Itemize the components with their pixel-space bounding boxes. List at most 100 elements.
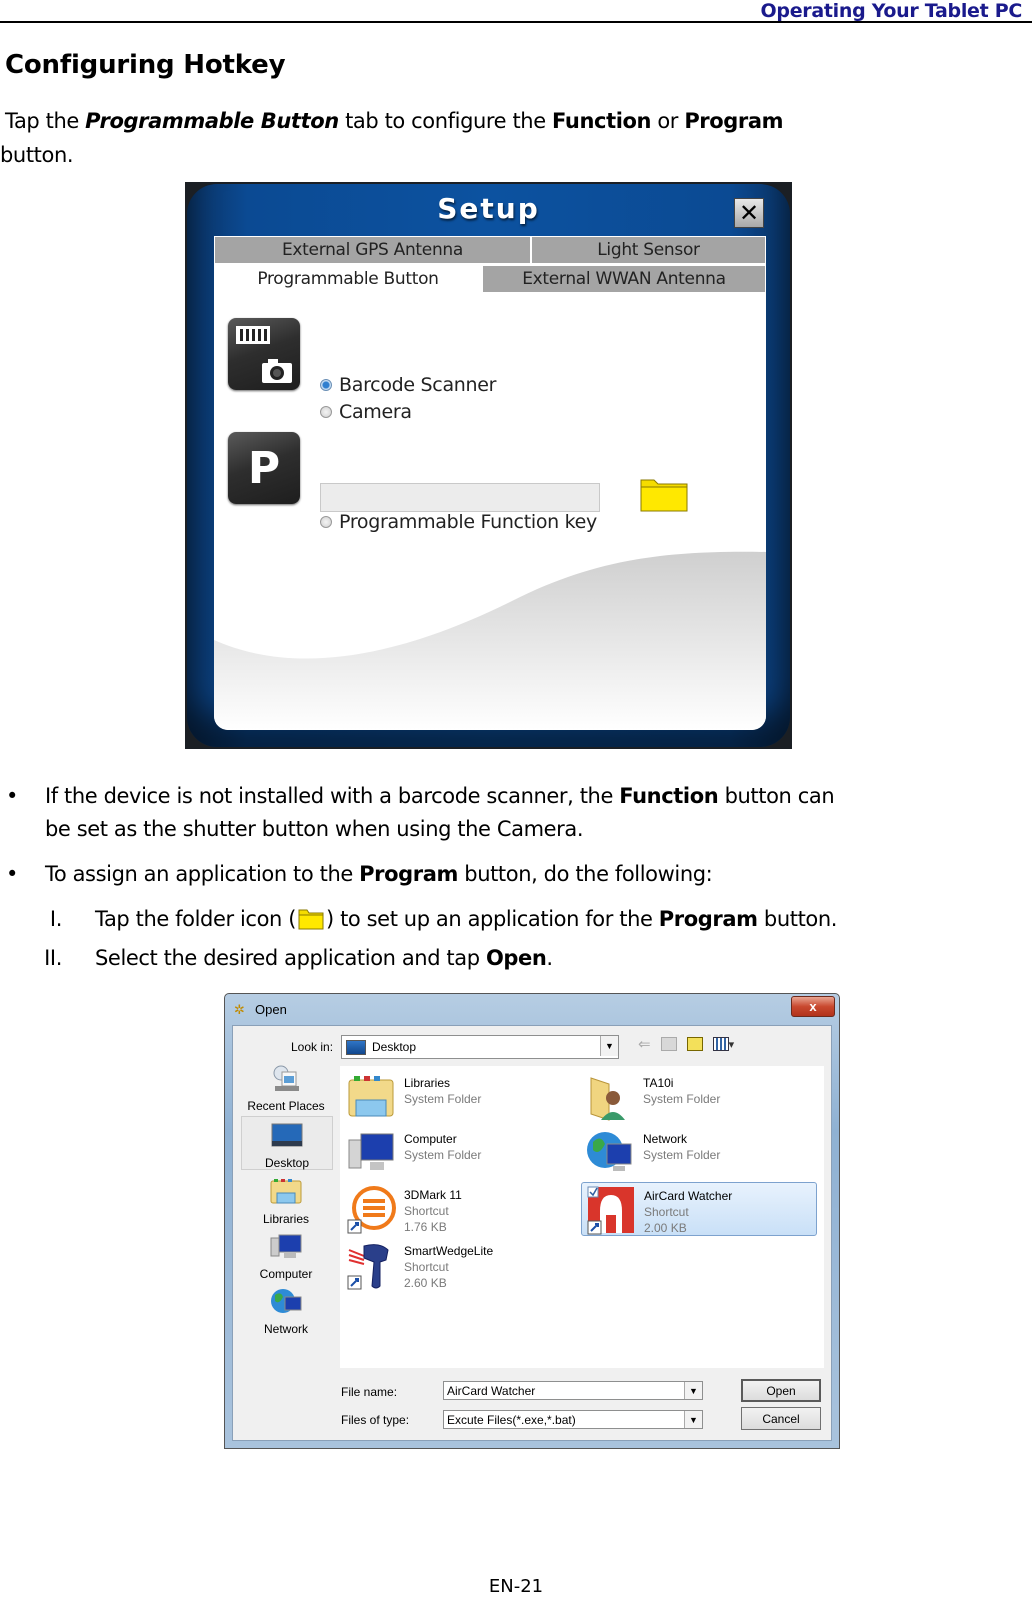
file-item-network[interactable]: Network System Folder: [581, 1126, 817, 1180]
file-item-computer[interactable]: Computer System Folder: [342, 1126, 578, 1180]
intro-paragraph: Tap the Programmable Button tab to confi…: [0, 104, 1005, 172]
chevron-down-icon[interactable]: ▼: [684, 1382, 702, 1399]
tab-light-sensor[interactable]: Light Sensor: [531, 236, 766, 264]
folder-icon: [640, 479, 688, 512]
file-item-libraries[interactable]: Libraries System Folder: [342, 1070, 578, 1124]
file-type-combo[interactable]: Excute Files(*.exe,*.bat) ▼: [443, 1410, 703, 1429]
radio-label: Camera: [339, 401, 412, 423]
tab-external-wwan-antenna[interactable]: External WWAN Antenna: [482, 265, 766, 293]
place-label: Recent Places: [247, 1099, 325, 1113]
place-libraries[interactable]: Libraries: [241, 1177, 331, 1226]
network-icon: [271, 1289, 302, 1313]
chevron-down-icon[interactable]: ▼: [600, 1036, 618, 1056]
file-type-value: Excute Files(*.exe,*.bat): [447, 1412, 576, 1427]
radio-button[interactable]: [320, 516, 332, 528]
bullet-emphasis: Function: [619, 784, 719, 808]
step-emphasis: Open: [485, 946, 547, 970]
up-folder-icon[interactable]: [660, 1037, 677, 1051]
step-text: button.: [757, 907, 838, 931]
radio-button[interactable]: [320, 406, 332, 418]
gear-icon: ✲: [234, 1003, 245, 1018]
setup-dialog-frame: Setup ✕ External GPS Antenna Light Senso…: [187, 184, 790, 747]
file-size: 2.00 KB: [644, 1221, 687, 1235]
place-label: Network: [263, 1322, 308, 1336]
file-type: System Folder: [404, 1148, 482, 1162]
file-item-smartwedgelite[interactable]: SmartWedgeLite Shortcut 2.60 KB: [342, 1238, 578, 1292]
running-header: Operating Your Tablet PC: [760, 0, 1023, 22]
file-item-ta10i[interactable]: TA10i System Folder: [581, 1070, 817, 1124]
place-recent-places[interactable]: Recent Places: [241, 1064, 331, 1113]
back-arrow-icon[interactable]: ⇐: [638, 1035, 651, 1053]
chevron-down-icon[interactable]: ▼: [684, 1411, 702, 1428]
step-text: ) to set up an application for the: [326, 907, 659, 931]
place-label: Desktop: [264, 1156, 310, 1170]
step-item: II. Select the desired application and t…: [42, 942, 553, 975]
bullet-dot: •: [6, 862, 18, 886]
bullet-item: • If the device is not installed with a …: [6, 780, 985, 846]
new-folder-icon[interactable]: [686, 1037, 703, 1051]
setup-dialog-title: Setup: [437, 192, 540, 225]
bullet-dot: •: [6, 784, 18, 808]
close-button[interactable]: ✕: [734, 198, 764, 228]
view-menu-icon[interactable]: ▾: [712, 1037, 734, 1051]
page-number: EN-21: [488, 1576, 544, 1597]
3dmark-icon: [347, 1186, 396, 1234]
open-dialog-titlebar[interactable]: ✲ Open x: [225, 994, 839, 1024]
desktop-icon: [346, 1039, 366, 1055]
browse-folder-button[interactable]: [640, 476, 688, 512]
libraries-icon: [270, 1179, 302, 1204]
look-in-value: Desktop: [372, 1040, 417, 1054]
open-dialog-client: Look in: Desktop ▼ ⇐ ▾ Recent Places Des…: [232, 1025, 832, 1441]
file-name-combo[interactable]: AirCard Watcher ▼: [443, 1381, 703, 1400]
cancel-button[interactable]: Cancel: [741, 1407, 821, 1430]
file-name: Computer: [404, 1132, 457, 1146]
file-list[interactable]: Libraries System Folder TA10i System Fol…: [340, 1066, 824, 1368]
header-rule: [0, 21, 1032, 23]
place-desktop[interactable]: Desktop: [241, 1116, 333, 1170]
file-type: Shortcut: [644, 1205, 689, 1219]
bullet-item: • To assign an application to the Progra…: [6, 858, 985, 891]
intro-emphasis-tab: Programmable Button: [85, 109, 339, 133]
program-path-input[interactable]: [320, 483, 600, 512]
aircard-icon: [587, 1186, 634, 1235]
file-name: SmartWedgeLite: [404, 1244, 494, 1258]
tab-programmable-button[interactable]: Programmable Button: [214, 265, 482, 293]
open-file-dialog: ✲ Open x Look in: Desktop ▼ ⇐ ▾ Recent P…: [224, 993, 840, 1449]
close-button[interactable]: x: [791, 996, 835, 1017]
look-in-combo[interactable]: Desktop ▼: [341, 1035, 619, 1059]
desktop-icon: [271, 1123, 303, 1147]
intro-text: Tap the: [5, 109, 86, 133]
place-label: Libraries: [262, 1212, 310, 1226]
radio-camera[interactable]: Camera: [320, 401, 412, 423]
libraries-icon: [348, 1076, 394, 1117]
file-type-label: Files of type:: [341, 1413, 410, 1427]
computer-icon: [348, 1133, 394, 1170]
file-item-aircard-watcher[interactable]: AirCard Watcher Shortcut 2.00 KB: [581, 1182, 817, 1236]
intro-emphasis-function: Function: [552, 109, 652, 133]
radio-barcode-scanner[interactable]: Barcode Scanner: [320, 374, 496, 396]
radio-button-selected[interactable]: [320, 379, 332, 391]
bullet-text: button can: [718, 784, 835, 808]
bullet-emphasis: Program: [359, 862, 458, 886]
radio-label: Barcode Scanner: [339, 374, 497, 396]
file-type: System Folder: [643, 1092, 721, 1106]
radio-label: Programmable Function key: [339, 511, 597, 533]
place-network[interactable]: Network: [241, 1287, 331, 1336]
computer-icon: [270, 1234, 302, 1258]
intro-text: tab to configure the: [338, 109, 553, 133]
place-computer[interactable]: Computer: [241, 1232, 331, 1281]
network-icon: [587, 1132, 632, 1171]
file-size: 2.60 KB: [404, 1276, 447, 1290]
look-in-label: Look in:: [291, 1040, 334, 1054]
file-type: System Folder: [404, 1092, 482, 1106]
open-button[interactable]: Open: [741, 1379, 821, 1402]
file-name: AirCard Watcher: [644, 1189, 733, 1203]
tab-external-gps-antenna[interactable]: External GPS Antenna: [214, 236, 531, 264]
bullet-text: button, do the following:: [457, 862, 713, 886]
file-size: 1.76 KB: [404, 1220, 447, 1234]
setup-dialog: Setup ✕ External GPS Antenna Light Senso…: [185, 182, 792, 749]
file-item-3dmark-11[interactable]: 3DMark 11 Shortcut 1.76 KB: [342, 1182, 578, 1236]
radio-programmable-function-key[interactable]: Programmable Function key: [320, 511, 597, 533]
bullet-text: be set as the shutter button when using …: [45, 817, 584, 841]
barcode-camera-icon: [228, 318, 300, 390]
